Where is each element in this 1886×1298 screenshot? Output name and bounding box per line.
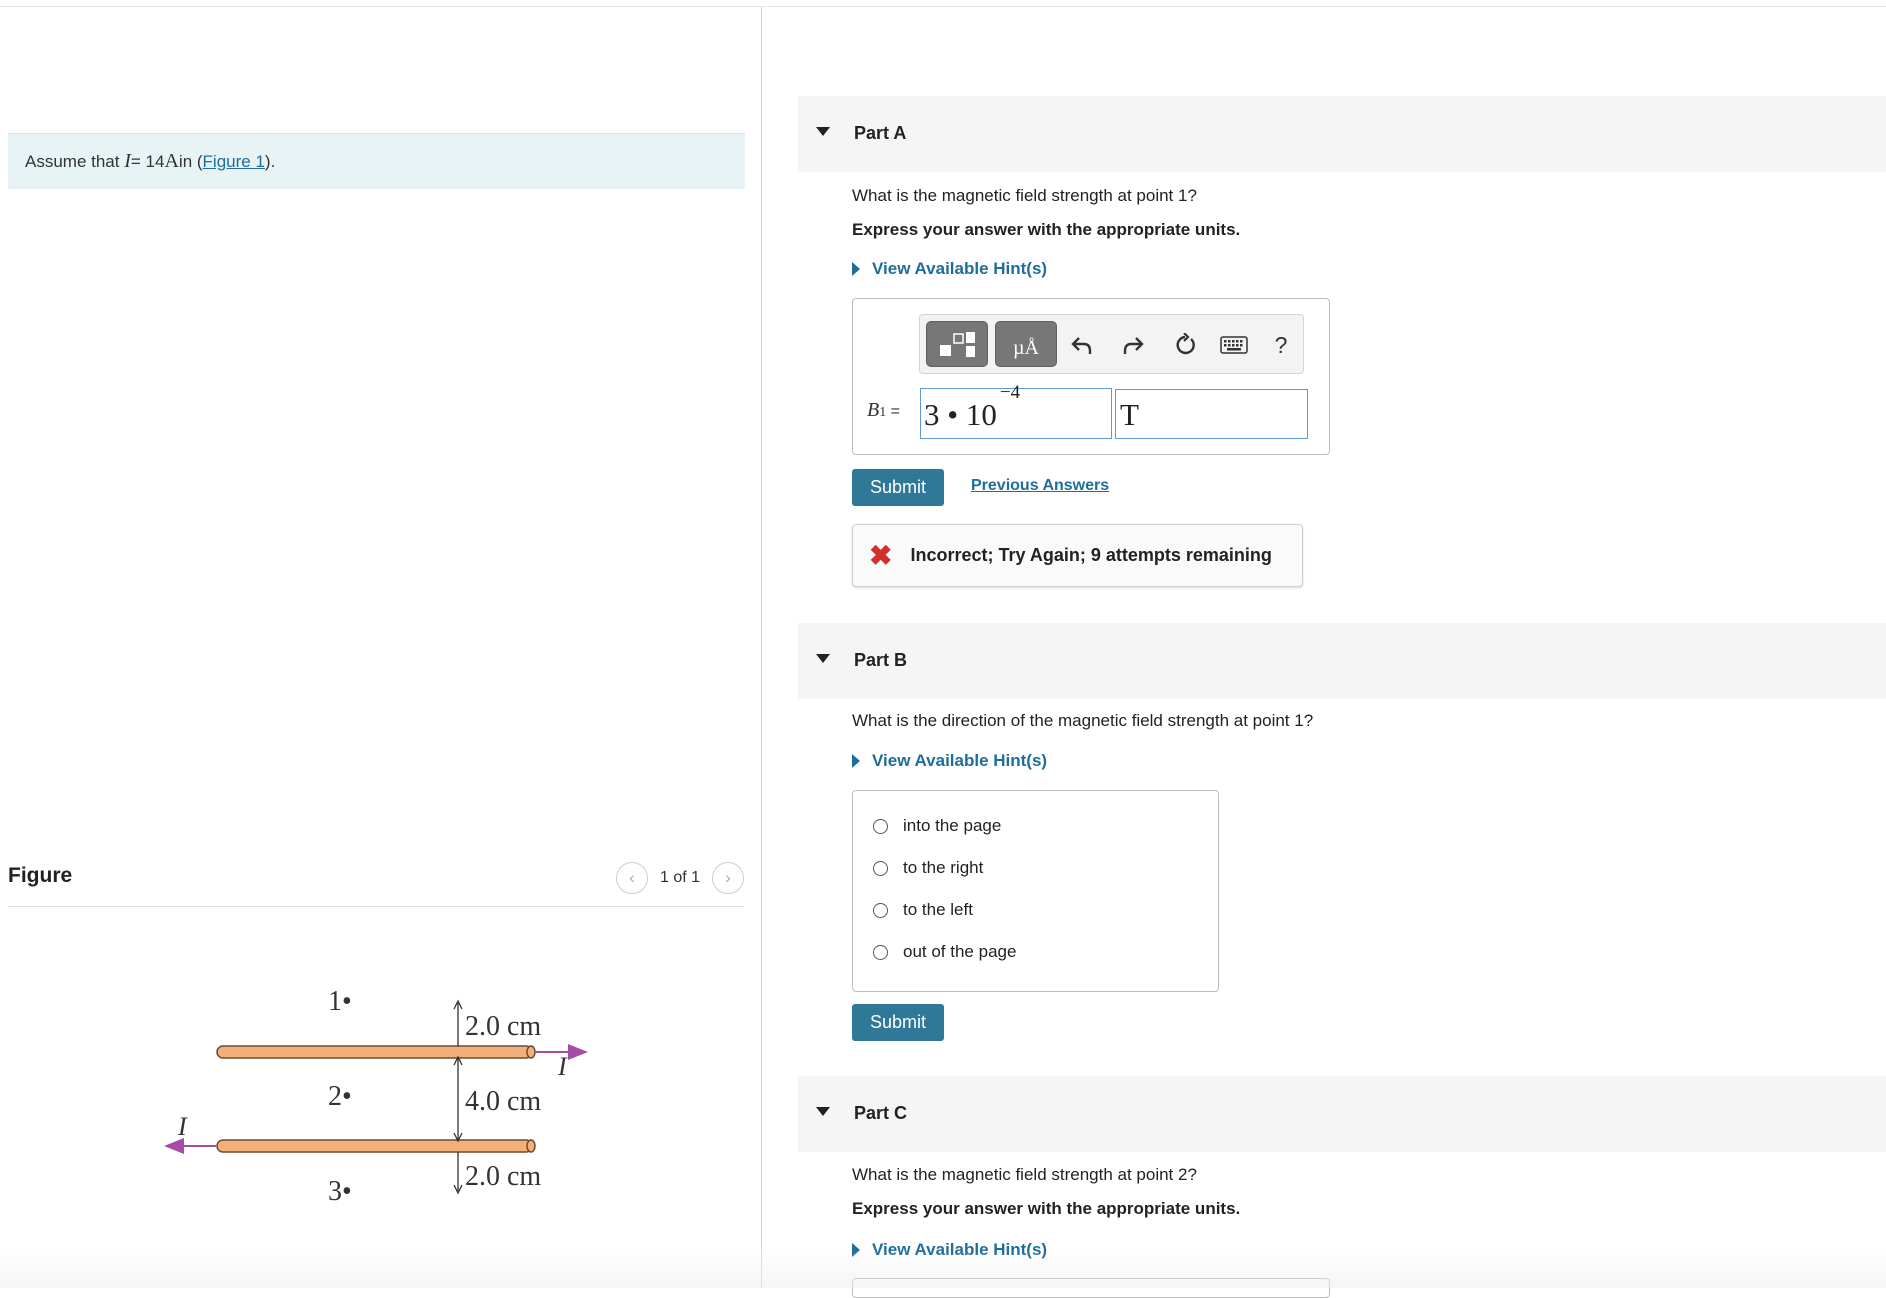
answer-value-input[interactable]: 3 • 10−4 (920, 383, 1112, 439)
math-toolbar: µÅ ? (919, 314, 1304, 374)
distance-label-1: 2.0 cm (465, 1011, 541, 1042)
option-label: out of the page (903, 942, 1017, 961)
keyboard-icon[interactable] (1218, 329, 1250, 361)
part-c-answer-box (852, 1278, 1330, 1298)
part-b-hint-toggle[interactable]: View Available Hint(s) (852, 751, 1047, 771)
feedback-text: Incorrect; Try Again; 9 attempts remaini… (910, 545, 1272, 565)
part-a-answer-box: µÅ ? B1 = 3 • 10−4 T (852, 298, 1330, 455)
previous-answers-link[interactable]: Previous Answers (971, 477, 1109, 495)
point-3-label: 3• (328, 1176, 352, 1207)
collapse-triangle-icon[interactable] (816, 127, 830, 136)
part-c-question: What is the magnetic field strength at p… (852, 1165, 1197, 1184)
expand-triangle-icon (852, 754, 860, 768)
part-a-header[interactable]: Part A (798, 96, 1886, 172)
chevron-left-icon[interactable]: ‹ (615, 862, 648, 894)
part-b-question: What is the direction of the magnetic fi… (852, 711, 1314, 730)
prompt-suffix: ). (264, 151, 276, 171)
dimension-lines (453, 999, 463, 1195)
part-c-title: Part C (854, 1103, 908, 1123)
top-divider (0, 6, 1886, 7)
templates-icon[interactable] (926, 321, 988, 367)
reset-icon[interactable] (1169, 329, 1201, 361)
part-c-instruction: Express your answer with the appropriate… (852, 1199, 1241, 1218)
part-a-instruction: Express your answer with the appropriate… (852, 220, 1241, 239)
current-label-bottom: I (177, 1112, 188, 1141)
undo-icon[interactable] (1066, 329, 1098, 361)
part-a-submit-button[interactable]: Submit (852, 469, 944, 506)
pager-text: 1 of 1 (659, 869, 700, 886)
pane-divider (761, 7, 762, 1288)
expand-triangle-icon (852, 1243, 860, 1257)
figure-pager: ‹ 1 of 1 › (615, 862, 744, 894)
part-b-header[interactable]: Part B (798, 623, 1886, 699)
prompt-unit: A (164, 150, 179, 172)
figure-link[interactable]: Figure 1 (203, 152, 265, 172)
option-to-left[interactable]: to the left (873, 900, 973, 920)
collapse-triangle-icon[interactable] (816, 654, 830, 663)
hint-label: View Available Hint(s) (872, 751, 1048, 770)
part-a-question: What is the magnetic field strength at p… (852, 186, 1197, 205)
option-label: to the right (903, 858, 984, 877)
prompt-variable: I (124, 150, 131, 172)
part-b-submit-button[interactable]: Submit (852, 1004, 944, 1041)
problem-prompt: Assume that I = 14 A in (Figure 1). (8, 133, 745, 189)
point-1-label: 1• (328, 986, 352, 1017)
top-wire (216, 1045, 533, 1059)
part-a-hint-toggle[interactable]: View Available Hint(s) (852, 259, 1047, 279)
radio-button[interactable] (873, 902, 888, 918)
help-button[interactable]: ? (1265, 329, 1297, 361)
error-x-icon: ✖ (869, 539, 893, 571)
distance-label-3: 2.0 cm (465, 1161, 541, 1192)
part-c-header[interactable]: Part C (798, 1076, 1886, 1152)
current-label-top: I (557, 1052, 568, 1081)
wire-figure: 1• 2• 3• I I 2.0 cm 4.0 cm 2.0 cm (164, 986, 588, 1207)
option-label: to the left (903, 900, 973, 919)
distance-label-2: 4.0 cm (465, 1086, 541, 1117)
prompt-in: in ( (178, 151, 203, 171)
feedback-box: ✖ Incorrect; Try Again; 9 attempts remai… (852, 524, 1303, 587)
option-to-right[interactable]: to the right (873, 858, 983, 878)
radio-button[interactable] (873, 860, 888, 876)
units-button[interactable]: µÅ (995, 321, 1057, 367)
chevron-right-icon[interactable]: › (712, 862, 744, 894)
part-a-title: Part A (854, 123, 907, 143)
option-label: into the page (903, 816, 1002, 835)
part-c-hint-toggle[interactable]: View Available Hint(s) (852, 1240, 1047, 1260)
direction-options: into the page to the right to the left o… (852, 790, 1219, 992)
bottom-wire (216, 1139, 533, 1153)
point-2-label: 2• (328, 1081, 352, 1112)
hint-label: View Available Hint(s) (872, 259, 1048, 278)
hint-label: View Available Hint(s) (872, 1240, 1048, 1259)
expand-triangle-icon (852, 262, 860, 276)
part-b-title: Part B (854, 650, 908, 670)
answer-variable-label: B1 = (867, 399, 901, 421)
option-into-page[interactable]: into the page (873, 816, 1001, 836)
redo-icon[interactable] (1117, 329, 1149, 361)
answer-unit-input[interactable]: T (1115, 389, 1308, 439)
collapse-triangle-icon[interactable] (816, 1107, 830, 1116)
prompt-equals: = 14 (130, 151, 165, 171)
radio-button[interactable] (873, 944, 888, 960)
prompt-prefix: Assume that (25, 151, 120, 171)
figure-title: Figure (8, 864, 73, 887)
figure-header: Figure ‹ 1 of 1 › (8, 862, 744, 907)
radio-button[interactable] (873, 818, 888, 834)
option-out-of-page[interactable]: out of the page (873, 942, 1016, 962)
